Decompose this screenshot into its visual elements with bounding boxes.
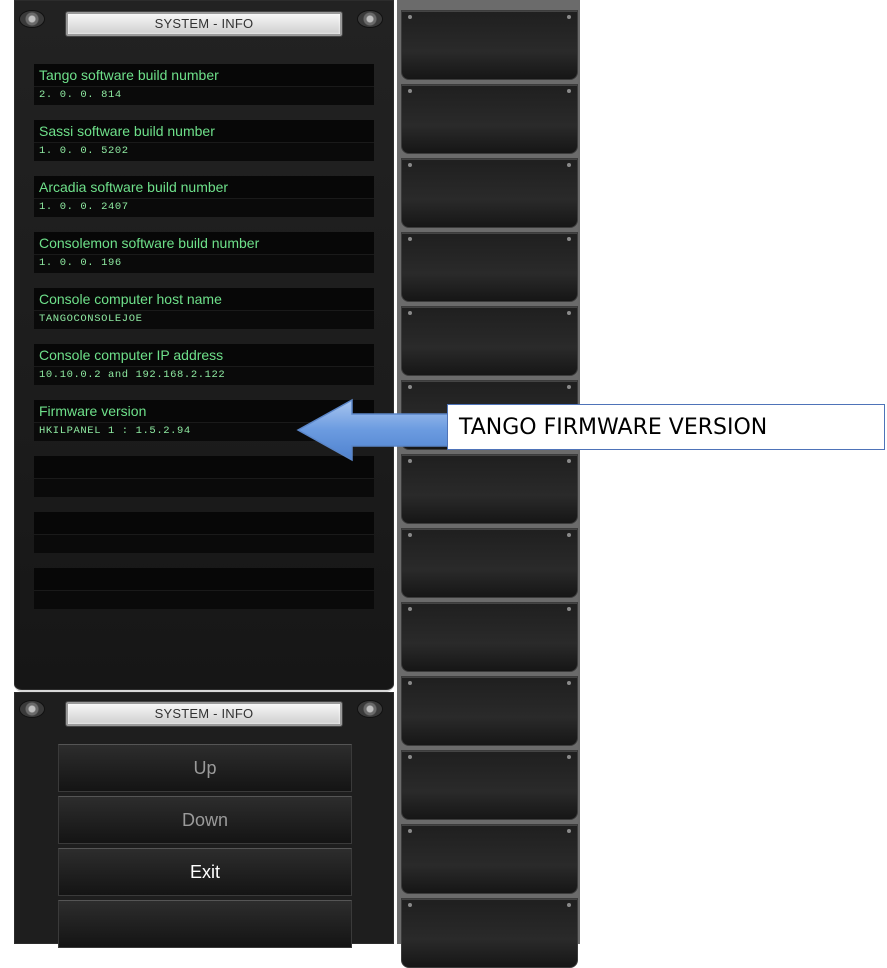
soft-key-button[interactable]: [401, 158, 578, 228]
panel-header: SYSTEM - INFO: [14, 2, 394, 42]
soft-key-button[interactable]: [401, 528, 578, 598]
soft-key-button[interactable]: [401, 306, 578, 376]
info-label: Arcadia software build number: [34, 176, 374, 198]
info-row-consolemon-build: Consolemon software build number 1. 0. 0…: [34, 232, 374, 274]
exit-button[interactable]: Exit: [58, 848, 352, 896]
soft-key-button[interactable]: [401, 824, 578, 894]
info-row-ip-address: Console computer IP address 10.10.0.2 an…: [34, 344, 374, 386]
info-row-empty: [34, 456, 374, 498]
info-row-sassi-build: Sassi software build number 1. 0. 0. 520…: [34, 120, 374, 162]
info-label: Console computer IP address: [34, 344, 374, 366]
info-label: Sassi software build number: [34, 120, 374, 142]
info-row-empty: [34, 512, 374, 554]
screw-icon: [358, 701, 382, 717]
info-row-tango-build: Tango software build number 2. 0. 0. 814: [34, 64, 374, 106]
soft-key-button[interactable]: [401, 750, 578, 820]
callout-arrow-shape: [296, 398, 455, 462]
info-value: 2. 0. 0. 814: [34, 86, 374, 105]
soft-key-button[interactable]: [401, 898, 578, 968]
up-button[interactable]: Up: [58, 744, 352, 792]
panel-title: SYSTEM - INFO: [66, 702, 342, 726]
info-row-arcadia-build: Arcadia software build number 1. 0. 0. 2…: [34, 176, 374, 218]
info-value: 10.10.0.2 and 192.168.2.122: [34, 366, 374, 385]
soft-key-button[interactable]: [401, 602, 578, 672]
screw-icon: [20, 701, 44, 717]
screw-icon: [358, 11, 382, 27]
info-label: Console computer host name: [34, 288, 374, 310]
soft-key-button[interactable]: [401, 454, 578, 524]
soft-key-button[interactable]: [401, 84, 578, 154]
down-button[interactable]: Down: [58, 796, 352, 844]
info-row-host-name: Console computer host name TANGOCONSOLEJ…: [34, 288, 374, 330]
info-label: Tango software build number: [34, 64, 374, 86]
soft-key-button[interactable]: [401, 232, 578, 302]
panel-title: SYSTEM - INFO: [66, 12, 342, 36]
info-value: TANGOCONSOLEJOE: [34, 310, 374, 329]
blank-button[interactable]: [58, 900, 352, 948]
navigation-panel: SYSTEM - INFO Up Down Exit: [14, 692, 394, 948]
arrow-left-icon: [296, 398, 455, 462]
info-value: 1. 0. 0. 5202: [34, 142, 374, 161]
panel-header: SYSTEM - INFO: [14, 692, 394, 732]
info-label: Consolemon software build number: [34, 232, 374, 254]
callout-label: TANGO FIRMWARE VERSION: [447, 404, 885, 450]
info-value: 1. 0. 0. 196: [34, 254, 374, 273]
soft-key-button[interactable]: [401, 10, 578, 80]
screw-icon: [20, 11, 44, 27]
soft-key-column: [397, 0, 580, 968]
soft-key-button[interactable]: [401, 676, 578, 746]
info-row-empty: [34, 568, 374, 610]
system-info-panel: SYSTEM - INFO Tango software build numbe…: [14, 0, 394, 692]
info-value: 1. 0. 0. 2407: [34, 198, 374, 217]
